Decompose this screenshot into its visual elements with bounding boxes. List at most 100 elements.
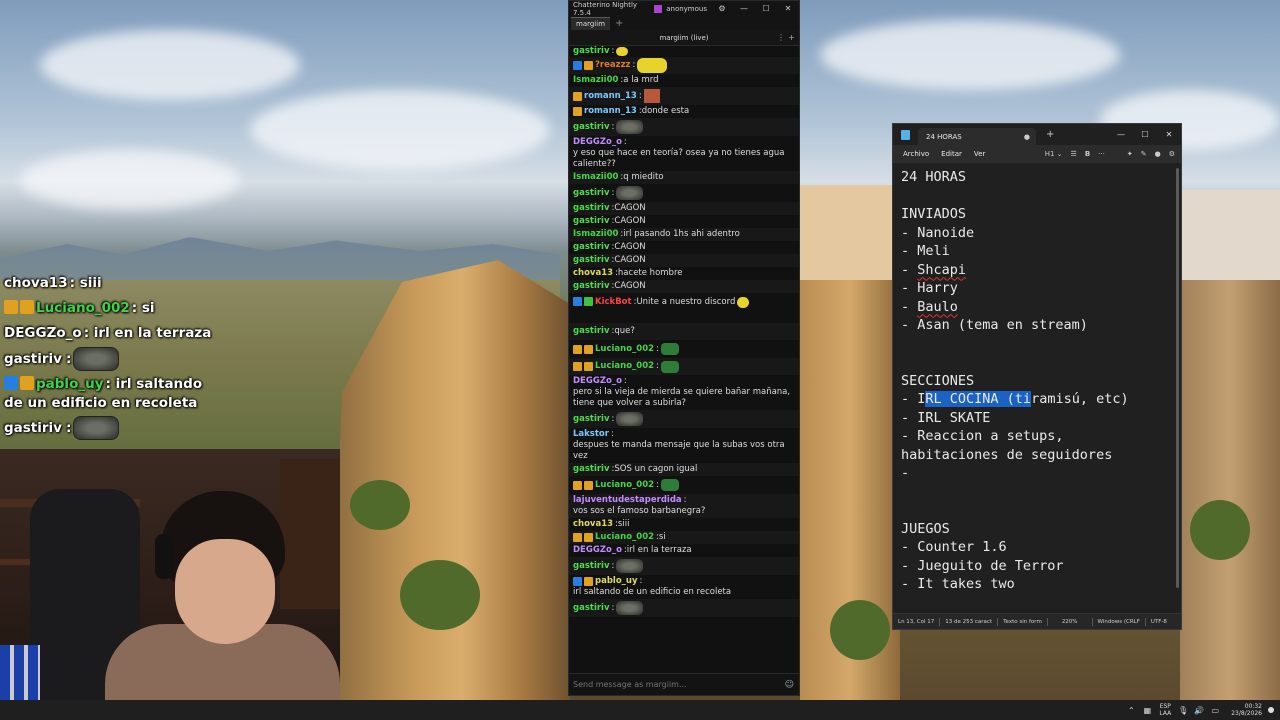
new-tab-icon[interactable]: +	[1046, 129, 1054, 140]
chat-username[interactable]: DEGGZo_o	[573, 545, 622, 556]
twitch-icon	[654, 4, 663, 13]
clock[interactable]: 00:32 23/8/2026	[1231, 703, 1262, 717]
chat-username[interactable]: Lakstor	[573, 429, 609, 440]
close-button[interactable]: ✕	[1157, 130, 1181, 139]
char-count: 13 de 253 caract	[945, 618, 993, 625]
network-icon[interactable]: ▦	[1139, 706, 1155, 715]
notepad-titlebar[interactable]: 24 HORAS ● + — ☐ ✕	[893, 124, 1181, 145]
more-options-icon[interactable]: ⋮	[777, 33, 785, 42]
crown-badge-icon	[573, 91, 582, 101]
menu-archivo[interactable]: Archivo	[899, 150, 933, 158]
crown-badge-icon	[573, 480, 582, 490]
chat-username[interactable]: Luciano_002	[595, 344, 654, 355]
editor-line: - Reaccion a setups,	[901, 428, 1064, 444]
chat-username[interactable]: gastiriv	[573, 122, 610, 133]
menu-ver[interactable]: Ver	[970, 150, 989, 158]
emote-icon	[616, 120, 644, 134]
zoom-level[interactable]: 220%	[1048, 619, 1092, 625]
microphone-icon[interactable]: 🎙	[1175, 706, 1191, 715]
list-icon[interactable]: ☰	[1071, 150, 1077, 158]
chat-username[interactable]: romann_13	[584, 91, 637, 102]
chat-username[interactable]: gastiriv	[573, 326, 610, 337]
heading-dropdown[interactable]: H1 ⌄	[1045, 150, 1063, 158]
chat-text: a la mrd	[623, 75, 659, 85]
chat-username[interactable]: gastiriv	[573, 464, 610, 475]
chat-username[interactable]: chova13	[573, 519, 613, 530]
chat-message: Ismazii00: irl pasando 1hs ahi adentro	[569, 228, 799, 241]
chat-username[interactable]: gastiriv	[573, 561, 610, 572]
cowriter-icon[interactable]: ✎	[1141, 150, 1147, 158]
overlay-line: pablo_uy: irl saltando	[4, 375, 334, 394]
chat-username[interactable]: Ismazii00	[573, 75, 618, 86]
settings-gear-icon[interactable]: ⚙	[1169, 150, 1175, 158]
maximize-button[interactable]: ☐	[1133, 130, 1157, 139]
volume-icon[interactable]: 🔊	[1191, 706, 1207, 715]
chat-username[interactable]: gastiriv	[573, 255, 610, 266]
chat-username[interactable]: pablo_uy	[595, 576, 638, 587]
tab-margiim[interactable]: margiim	[571, 17, 611, 30]
chat-username[interactable]: gastiriv	[573, 414, 610, 425]
chat-username[interactable]: Luciano_002	[595, 532, 654, 543]
chat-username[interactable]: DEGGZo_o	[573, 137, 622, 148]
chat-username[interactable]: Ismazii00	[573, 229, 618, 240]
streamer-face	[175, 539, 275, 644]
chat-username[interactable]: romann_13	[584, 106, 637, 117]
editor-scrollbar[interactable]	[1176, 168, 1179, 588]
minimize-button[interactable]: —	[733, 4, 755, 13]
window-title: Chatterino Nightly 7.5.4	[573, 0, 638, 17]
bold-icon[interactable]: B	[1085, 150, 1090, 158]
account-icon[interactable]: ●	[1155, 150, 1161, 158]
editor-line: - Meli	[901, 243, 950, 259]
emoji-picker-icon[interactable]: ☺	[785, 680, 794, 690]
copilot-icon[interactable]: ✦	[1127, 150, 1133, 158]
chat-username[interactable]: gastiriv	[573, 203, 610, 214]
formatting-toolbar: H1 ⌄ ☰ B ··· ✦ ✎ ● ⚙	[1045, 150, 1181, 158]
add-split-icon[interactable]: +	[788, 33, 795, 42]
chat-username[interactable]: lajuventudestaperdida	[573, 495, 682, 506]
minimize-button[interactable]: —	[1109, 130, 1133, 139]
add-tab-icon[interactable]: +	[615, 18, 623, 30]
webcam-feed	[0, 449, 340, 700]
close-tab-icon[interactable]: ●	[1024, 133, 1030, 141]
chat-username[interactable]: Luciano_002	[595, 361, 654, 372]
chatterino-titlebar[interactable]: Chatterino Nightly 7.5.4 anonymous ⚙ — ☐…	[569, 0, 799, 17]
close-button[interactable]: ✕	[777, 4, 799, 13]
chevron-up-icon[interactable]: ⌃	[1123, 706, 1139, 715]
chat-username[interactable]: Ismazii00	[573, 172, 618, 183]
encoding[interactable]: UTF-8	[1146, 619, 1172, 625]
chat-username[interactable]: KickBot	[595, 297, 632, 308]
more-icon[interactable]: ···	[1098, 150, 1105, 158]
maximize-button[interactable]: ☐	[755, 4, 777, 13]
chat-username[interactable]: chova13	[573, 268, 613, 279]
chat-text: CAGON	[614, 216, 646, 226]
account-switcher[interactable]: anonymous	[666, 5, 707, 13]
chat-username[interactable]: ?reazzz	[595, 60, 630, 71]
battery-icon[interactable]: ▭	[1207, 706, 1223, 715]
chat-username[interactable]: gastiriv	[573, 603, 610, 614]
settings-gear-icon[interactable]: ⚙	[711, 4, 733, 13]
notepad-editor[interactable]: 24 HORAS INVIADOS - Nanoide - Meli - Shc…	[901, 168, 1171, 594]
overlay-username: Luciano_002	[36, 300, 130, 316]
tab-24-horas[interactable]: 24 HORAS ●	[918, 128, 1036, 145]
chat-username[interactable]: Luciano_002	[595, 480, 654, 491]
channel-title: margiim (live)	[659, 33, 709, 42]
line-ending[interactable]: Windows (CRLF	[1093, 619, 1145, 625]
chat-message: gastiriv: SOS un cagon igual	[569, 463, 799, 476]
chat-message-input[interactable]	[573, 680, 785, 689]
chat-username[interactable]: gastiriv	[573, 242, 610, 253]
overlay-line-faded	[4, 258, 334, 272]
chat-message-list[interactable]: gastiriv: ?reazzz: Ismazii00: a la mrd r…	[569, 46, 799, 674]
editor-line: JUEGOS	[901, 520, 950, 537]
chat-username[interactable]: gastiriv	[573, 281, 610, 292]
notification-icon[interactable]	[1268, 707, 1274, 713]
chat-message: Luciano_002:	[569, 476, 799, 494]
chat-message: gastiriv: CAGON	[573, 216, 646, 227]
chat-username[interactable]: DEGGZo_o	[573, 376, 622, 387]
chat-username[interactable]: gastiriv	[573, 216, 610, 227]
crown-badge-icon	[4, 300, 18, 314]
chat-username[interactable]: gastiriv	[573, 46, 610, 57]
menu-editar[interactable]: Editar	[937, 150, 966, 158]
text-format[interactable]: Texto sin form	[998, 619, 1047, 625]
language-indicator[interactable]: ESP LAA	[1159, 703, 1171, 717]
chat-username[interactable]: gastiriv	[573, 188, 610, 199]
